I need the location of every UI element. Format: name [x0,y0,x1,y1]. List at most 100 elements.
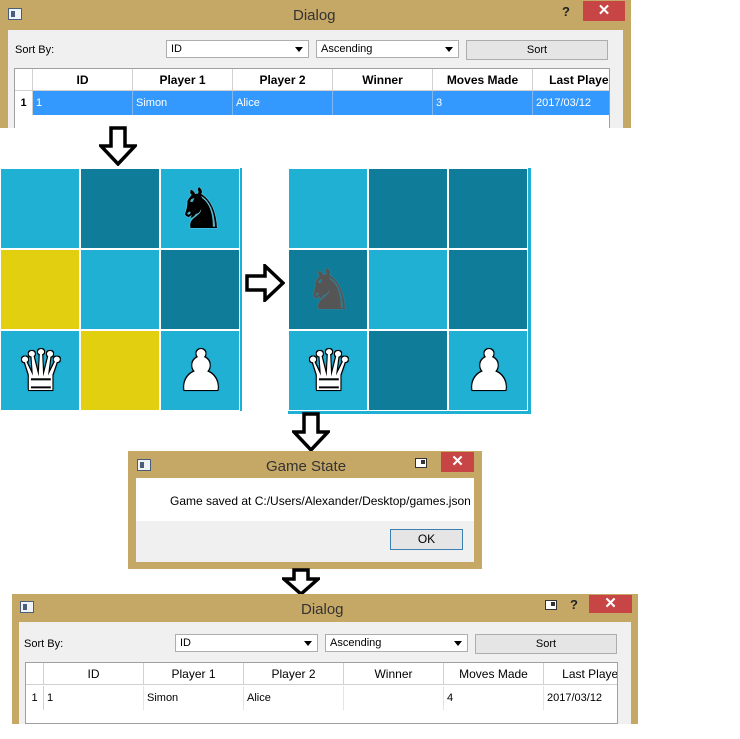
pin-icon[interactable] [415,458,427,468]
column-header-last-played[interactable]: Last Played [544,663,617,685]
board-square[interactable] [448,168,528,249]
sort-button[interactable]: Sort [475,634,617,654]
close-button[interactable]: ✕ [589,595,632,613]
column-header-moves[interactable]: Moves Made [433,69,533,91]
sort-order-value: Ascending [330,637,382,649]
title-bar[interactable]: Dialog ? ✕ [0,0,631,30]
column-header-winner[interactable]: Winner [333,69,433,91]
column-header-id[interactable]: ID [44,663,144,685]
cell-moves[interactable]: 4 [444,686,544,710]
chevron-down-icon [454,641,462,646]
games-table[interactable]: ID Player 1 Player 2 Winner Moves Made L… [25,662,618,724]
help-icon[interactable]: ? [564,597,584,612]
column-header-moves[interactable]: Moves Made [444,663,544,685]
board-square[interactable] [0,168,80,249]
dialog-client: Sort By: ID Ascending Sort ID Player 1 P… [19,622,631,724]
sort-field-value: ID [180,637,191,649]
window-title: Dialog [301,601,344,618]
board-square[interactable]: ♞ [288,249,368,330]
column-header-player2[interactable]: Player 2 [233,69,333,91]
board-square[interactable]: ♟ [448,330,528,411]
cell-player1[interactable]: Simon [133,91,233,115]
white-pawn-icon[interactable]: ♟ [161,331,241,412]
app-icon [8,8,22,20]
cell-moves[interactable]: 3 [433,91,533,115]
sort-order-select[interactable]: Ascending [316,40,459,58]
games-table[interactable]: ID Player 1 Player 2 Winner Moves Made L… [14,68,610,128]
white-queen-icon[interactable]: ♛ [1,331,81,412]
corner-header[interactable] [15,69,33,91]
down-arrow-icon [99,126,137,166]
board-square[interactable] [368,168,448,249]
app-icon [20,601,34,613]
board-square[interactable] [368,249,448,330]
board-square[interactable] [80,330,160,411]
board-square[interactable]: ♟ [160,330,240,411]
column-header-last-played[interactable]: Last Played [533,69,609,91]
ok-button[interactable]: OK [390,529,463,550]
help-icon[interactable]: ? [556,4,576,19]
board-square[interactable] [80,249,160,330]
sort-by-label: Sort By: [15,44,55,56]
title-bar[interactable]: Game State ✕ [128,451,482,481]
sort-by-label: Sort By: [24,638,64,650]
close-button[interactable]: ✕ [583,1,625,21]
sort-button[interactable]: Sort [466,40,608,60]
grey-knight-icon[interactable]: ♞ [289,250,369,331]
dialog-window-before: Dialog ? ✕ Sort By: ID Ascending Sort ID… [0,0,631,128]
cell-id[interactable]: 1 [44,686,144,710]
column-header-player1[interactable]: Player 1 [144,663,244,685]
chevron-down-icon [445,47,453,52]
sort-order-value: Ascending [321,43,373,55]
black-knight-icon[interactable]: ♞ [161,169,241,250]
window-title: Dialog [293,7,336,24]
board-square[interactable]: ♛ [0,330,80,411]
cell-player2[interactable]: Alice [233,91,333,115]
white-queen-icon[interactable]: ♛ [289,331,369,412]
board-square[interactable] [0,249,80,330]
cell-player1[interactable]: Simon [144,686,244,710]
down-arrow-icon [292,412,330,452]
row-header[interactable]: 1 [26,686,44,710]
dialog-title: Game State [266,458,347,475]
board-square[interactable]: ♛ [288,330,368,411]
close-button[interactable]: ✕ [441,452,474,472]
column-header-player2[interactable]: Player 2 [244,663,344,685]
cell-id[interactable]: 1 [33,91,133,115]
cell-last-played[interactable]: 2017/03/12 [533,91,609,115]
cell-winner[interactable] [344,686,444,710]
column-header-player1[interactable]: Player 1 [133,69,233,91]
chevron-down-icon [295,47,303,52]
chevron-down-icon [304,641,312,646]
sort-field-select[interactable]: ID [175,634,318,652]
corner-header[interactable] [26,663,44,685]
table-row[interactable]: 1 1 Simon Alice 4 2017/03/12 [26,685,617,711]
cell-last-played[interactable]: 2017/03/12 [544,686,617,710]
app-icon [137,459,151,471]
row-header[interactable]: 1 [15,91,33,115]
chess-board-after[interactable]: ♞ ♛ ♟ [288,168,531,414]
game-state-dialog: Game State ✕ Game saved at C:/Users/Alex… [128,451,482,569]
message-text: Game saved at C:/Users/Alexander/Desktop… [170,494,471,508]
board-square[interactable] [288,168,368,249]
dialog-window-after: Dialog ? ✕ Sort By: ID Ascending Sort ID… [12,594,638,724]
board-square[interactable] [368,330,448,411]
board-square[interactable]: ♞ [160,168,240,249]
sort-order-select[interactable]: Ascending [325,634,468,652]
down-arrow-icon [282,568,320,596]
chess-board-before[interactable]: ♞ ♛ ♟ [0,168,242,411]
board-square[interactable] [80,168,160,249]
board-square[interactable] [448,249,528,330]
pin-icon[interactable] [545,600,557,610]
dialog-client: Sort By: ID Ascending Sort ID Player 1 P… [8,30,623,128]
cell-winner[interactable] [333,91,433,115]
column-header-winner[interactable]: Winner [344,663,444,685]
dialog-client: Game saved at C:/Users/Alexander/Desktop… [136,478,474,562]
column-header-id[interactable]: ID [33,69,133,91]
sort-field-select[interactable]: ID [166,40,309,58]
title-bar[interactable]: Dialog ? ✕ [12,594,638,624]
cell-player2[interactable]: Alice [244,686,344,710]
board-square[interactable] [160,249,240,330]
table-row[interactable]: 1 1 Simon Alice 3 2017/03/12 [15,91,609,115]
white-pawn-icon[interactable]: ♟ [449,331,529,412]
